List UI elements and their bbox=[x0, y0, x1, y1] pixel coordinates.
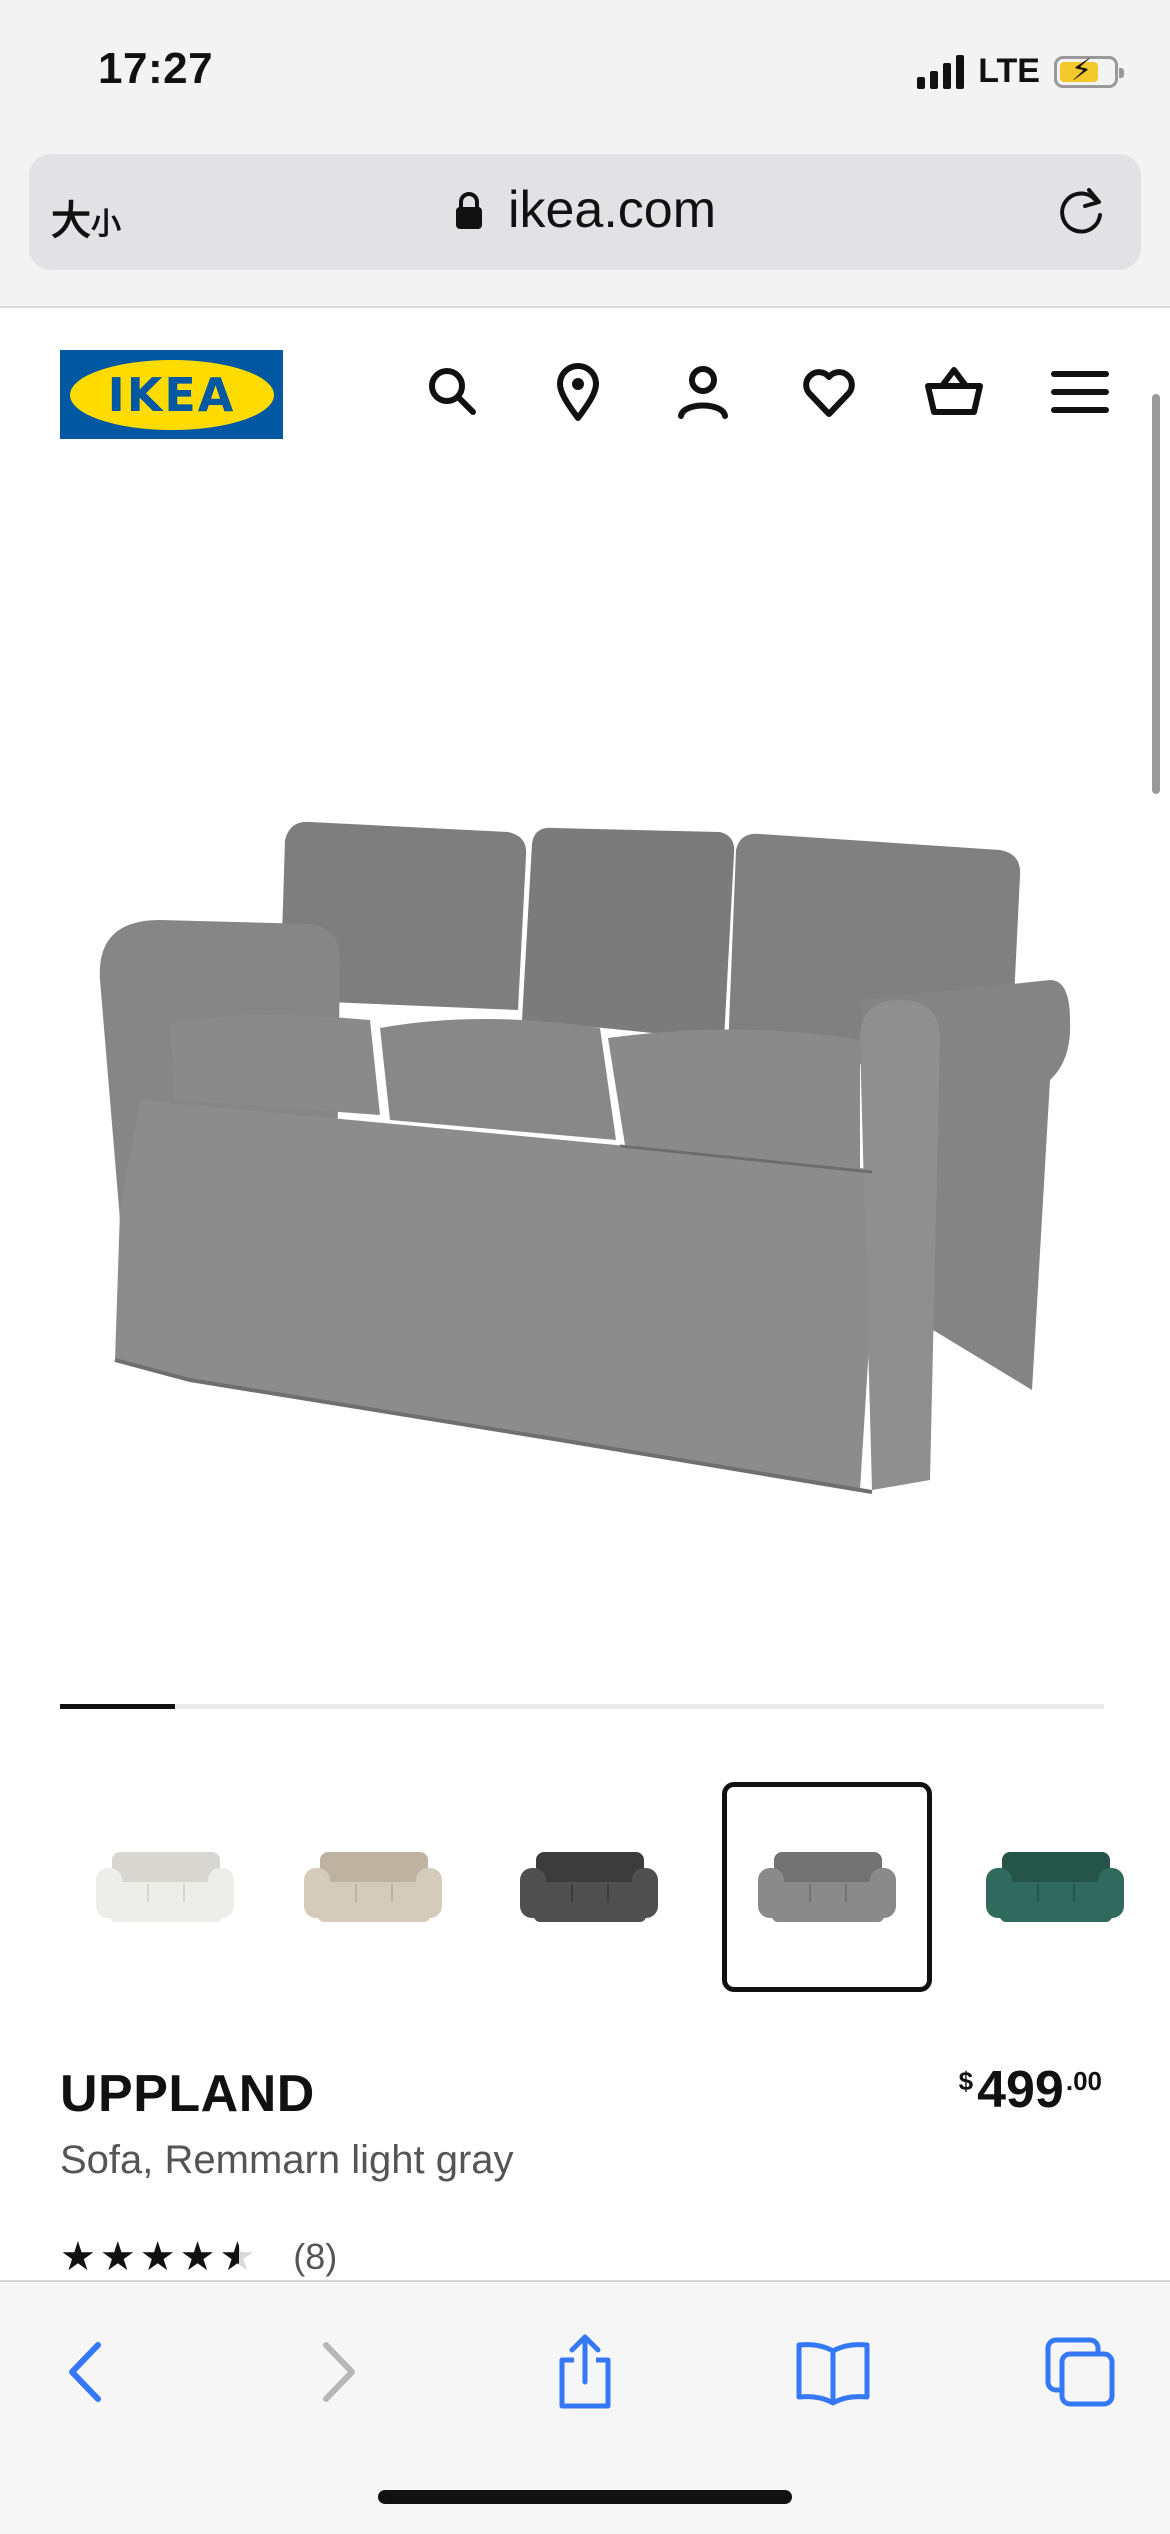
back-chevron-icon[interactable] bbox=[40, 2326, 132, 2418]
ikea-logo[interactable]: IKEA bbox=[60, 350, 283, 439]
account-icon[interactable] bbox=[671, 360, 735, 424]
bookmarks-icon[interactable] bbox=[787, 2326, 879, 2418]
hamburger-menu-icon[interactable] bbox=[1048, 360, 1112, 424]
product-rating[interactable]: ★★★★★ ★★★★★ (8) bbox=[60, 2236, 337, 2278]
url-text[interactable]: ikea.com bbox=[508, 181, 716, 239]
color-swatch-beige[interactable] bbox=[268, 1782, 478, 1992]
status-time: 17:27 bbox=[98, 44, 214, 93]
color-swatch-dark-gray[interactable] bbox=[484, 1782, 694, 1992]
product-description: Sofa, Remmarn light gray bbox=[60, 2138, 514, 2182]
product-image[interactable] bbox=[60, 480, 1110, 1680]
color-swatches bbox=[0, 1782, 1170, 1992]
status-bar: 17:27 LTE ⚡ bbox=[0, 0, 1170, 150]
basket-icon[interactable] bbox=[922, 360, 986, 424]
network-label: LTE bbox=[978, 52, 1040, 90]
rating-count: (8) bbox=[293, 2236, 338, 2277]
product-price: $499.00 bbox=[958, 2061, 1102, 2119]
lock-icon bbox=[454, 184, 484, 229]
color-swatch-light-gray[interactable] bbox=[722, 1782, 932, 1992]
gallery-progress[interactable] bbox=[60, 1704, 1104, 1709]
heart-icon[interactable] bbox=[797, 360, 861, 424]
share-icon[interactable] bbox=[539, 2326, 631, 2418]
search-icon[interactable] bbox=[421, 360, 485, 424]
status-indicators: LTE ⚡ bbox=[917, 52, 1124, 91]
rating-stars: ★★★★★ ★★★★★ bbox=[60, 2235, 260, 2279]
color-swatch-white[interactable] bbox=[60, 1782, 270, 1992]
tabs-icon[interactable] bbox=[1034, 2326, 1126, 2418]
product-name[interactable]: UPPLAND bbox=[60, 2064, 315, 2124]
battery-icon: ⚡ bbox=[1054, 54, 1124, 88]
signal-icon bbox=[917, 54, 965, 89]
home-indicator[interactable] bbox=[378, 2490, 792, 2504]
reload-icon[interactable] bbox=[1053, 182, 1111, 240]
forward-chevron-icon[interactable] bbox=[292, 2326, 384, 2418]
address-bar[interactable]: 大小 ikea.com bbox=[29, 154, 1141, 270]
color-swatch-green[interactable] bbox=[950, 1782, 1160, 1992]
location-pin-icon[interactable] bbox=[546, 360, 610, 424]
gallery-progress-fill bbox=[60, 1704, 175, 1709]
scrollbar[interactable] bbox=[1152, 394, 1160, 794]
browser-chrome: 大小 ikea.com bbox=[0, 150, 1170, 308]
